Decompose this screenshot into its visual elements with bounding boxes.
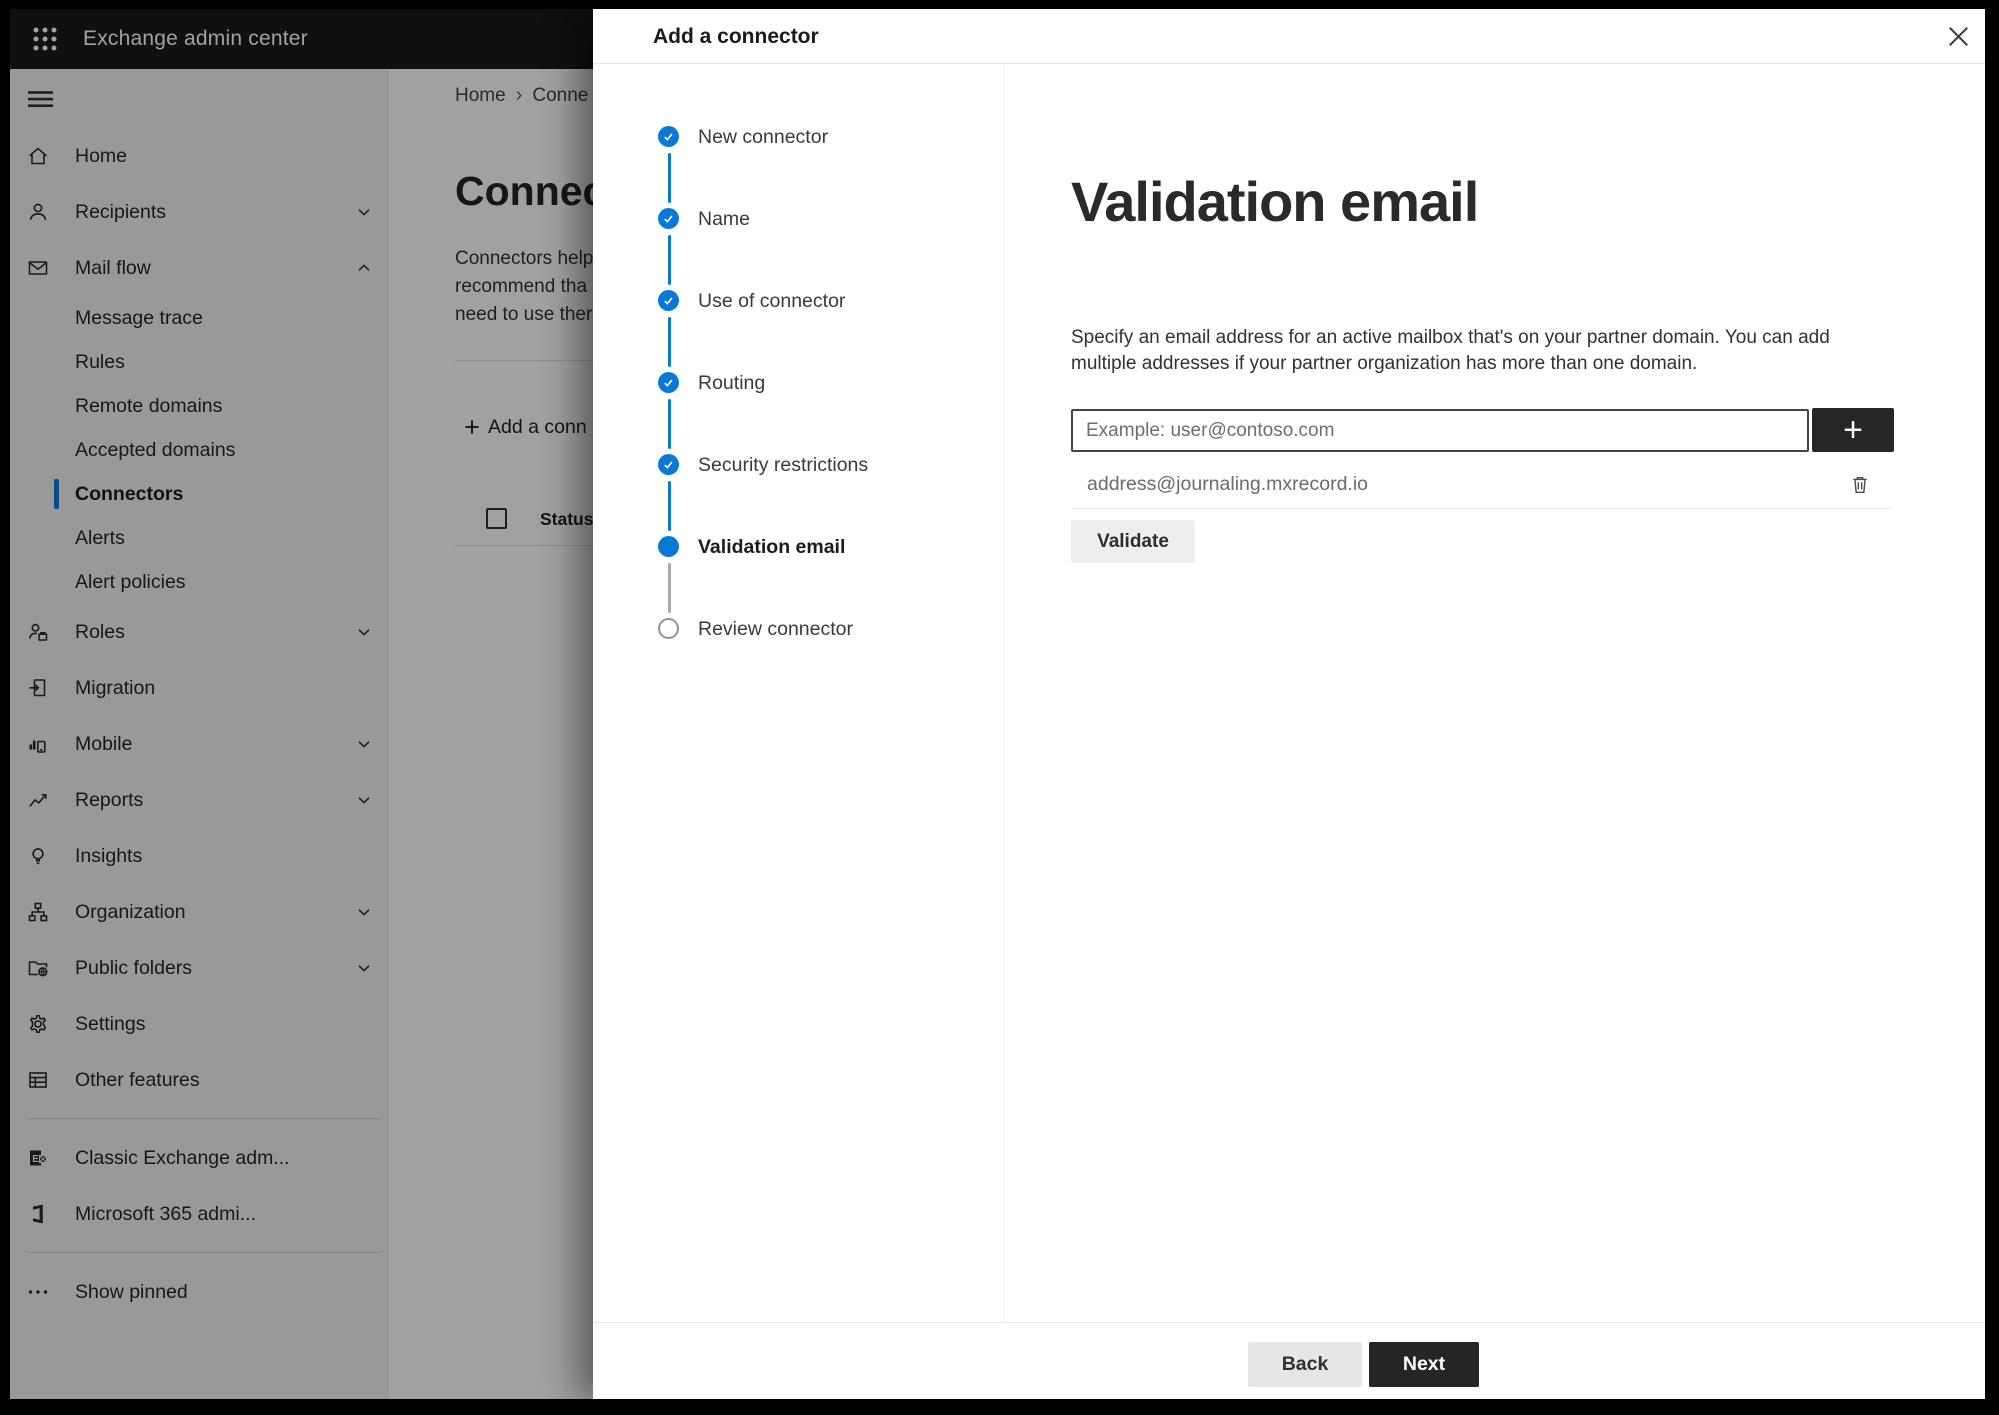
step-label: New connector	[698, 126, 829, 148]
wizard-step-routing[interactable]: Routing	[593, 342, 1003, 449]
step-label: Name	[698, 208, 751, 230]
step-current-circle-icon	[658, 536, 679, 557]
add-email-button[interactable]: +	[1812, 408, 1894, 452]
dialog-title: Add a connector	[653, 25, 819, 48]
email-list-divider	[1071, 508, 1892, 509]
wizard-step-use-of-connector[interactable]: Use of connector	[593, 260, 1003, 367]
step-label: Routing	[698, 372, 766, 394]
step-done-circle-icon	[658, 454, 679, 475]
delete-email-button[interactable]	[1842, 466, 1878, 502]
step-description-line2: multiple addresses if your partner organ…	[1071, 353, 1698, 374]
add-connector-dialog: Add a connector New connector Name Use of …	[593, 9, 1985, 1399]
step-done-circle-icon	[658, 208, 679, 229]
validation-email-input[interactable]	[1071, 409, 1809, 452]
step-description: Specify an email address for an active m…	[1071, 325, 1830, 377]
step-description-line1: Specify an email address for an active m…	[1071, 327, 1830, 348]
step-done-circle-icon	[658, 126, 679, 147]
wizard-steps: New connector Name Use of connector Routing…	[593, 65, 1004, 1322]
step-label: Security restrictions	[698, 454, 869, 476]
validation-email-panel: Validation email Specify an email addres…	[1004, 65, 1985, 1322]
overlay-scrim	[10, 9, 593, 1399]
back-button[interactable]: Back	[1248, 1342, 1362, 1387]
step-todo-circle-icon	[658, 618, 679, 639]
dialog-header: Add a connector	[593, 9, 1985, 64]
step-label: Validation email	[698, 536, 846, 558]
wizard-step-new-connector[interactable]: New connector	[593, 96, 1003, 203]
close-button[interactable]	[1940, 18, 1976, 54]
step-done-circle-icon	[658, 372, 679, 393]
wizard-step-name[interactable]: Name	[593, 178, 1003, 285]
email-list-item: address@journaling.mxrecord.io	[1071, 462, 1893, 506]
step-label: Review connector	[698, 618, 853, 640]
wizard-step-review-connector[interactable]: Review connector	[593, 588, 1003, 670]
step-done-circle-icon	[658, 290, 679, 311]
wizard-step-security-restrictions[interactable]: Security restrictions	[593, 424, 1003, 531]
email-address: address@journaling.mxrecord.io	[1087, 473, 1369, 495]
step-label: Use of connector	[698, 290, 846, 312]
next-button[interactable]: Next	[1369, 1342, 1479, 1387]
footer-divider	[593, 1322, 1985, 1323]
step-heading: Validation email	[1071, 170, 1479, 233]
wizard-step-validation-email[interactable]: Validation email	[593, 506, 1003, 613]
trash-icon	[1849, 473, 1871, 496]
screen: Exchange admin center Home Recipients Mail…	[10, 9, 1985, 1399]
close-icon	[1948, 26, 1969, 47]
validate-button[interactable]: Validate	[1071, 520, 1195, 563]
